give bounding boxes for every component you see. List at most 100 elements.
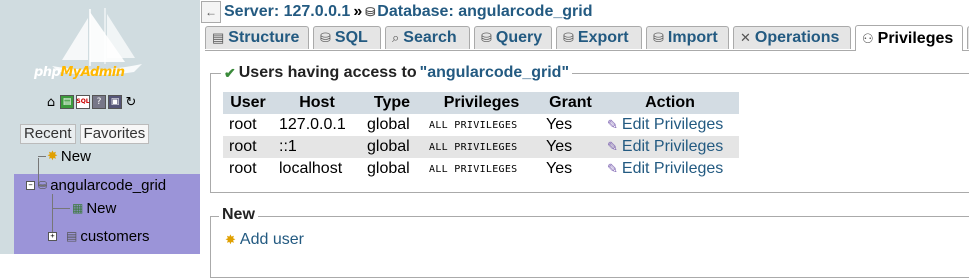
tab-bar: ▤ Structure ⛁ SQL ⌕ Search ⛁ Query ⛁ Exp… (205, 25, 969, 51)
table-icon: ▤ (66, 229, 78, 243)
tree-item-table[interactable]: + ▤ customers (48, 226, 150, 246)
users-table: User Host Type Privileges Grant Action r… (223, 92, 739, 180)
edit-pencil-icon: ✎ (607, 139, 618, 154)
cell-grant: Yes (540, 136, 601, 158)
table-row: root ::1 global ALL PRIVILEGES Yes ✎ Edi… (223, 136, 739, 158)
cell-user: root (223, 114, 273, 136)
edit-privileges-link[interactable]: ✎ Edit Privileges (607, 116, 739, 134)
logo-text: phpMyAdmin (34, 65, 125, 80)
tab-structure[interactable]: ▤ Structure (205, 26, 309, 49)
search-icon: ⌕ (392, 30, 400, 45)
new-table-icon: ▦ (72, 201, 84, 215)
add-user-link[interactable]: ✸ Add user (225, 231, 304, 249)
tab-operations-label: Operations (754, 29, 840, 46)
new-legend-label: New (222, 206, 255, 223)
tab-search[interactable]: ⌕ Search (385, 26, 470, 49)
cell-user: root (223, 158, 273, 180)
privileges-icon: ⚇ (862, 30, 874, 46)
column-header-action[interactable]: Action (601, 92, 739, 114)
export-icon: ⛁ (563, 30, 574, 45)
nav-tabs: Recent Favorites (20, 124, 150, 144)
edit-pencil-icon: ✎ (607, 117, 618, 132)
sql-query-icon[interactable]: ▤ (60, 95, 74, 109)
new-legend: New (219, 206, 258, 224)
home-icon[interactable]: ⌂ (44, 95, 58, 109)
cell-host: ::1 (273, 136, 361, 158)
column-header-type[interactable]: Type (361, 92, 423, 114)
users-legend-db: "angularcode_grid" (419, 64, 570, 81)
new-fieldset (210, 216, 969, 278)
users-legend: ✔ Users having access to "angularcode_gr… (221, 64, 573, 82)
collapse-icon[interactable]: − (26, 180, 35, 190)
tree-item-db-new[interactable]: ▦ New (72, 198, 116, 218)
cell-grant: Yes (540, 158, 601, 180)
tab-query[interactable]: ⛁ Query (474, 26, 552, 49)
structure-icon: ▤ (212, 30, 225, 45)
edit-privileges-link[interactable]: ✎ Edit Privileges (607, 160, 739, 178)
tab-query-label: Query (495, 29, 543, 46)
tree-item-new[interactable]: ✸ New (47, 146, 91, 166)
tab-sql[interactable]: ⛁ SQL (313, 26, 381, 49)
cell-privileges: ALL PRIVILEGES (423, 114, 540, 136)
cell-privileges: ALL PRIVILEGES (423, 158, 540, 180)
tab-import[interactable]: ⛁ Import (646, 26, 729, 49)
breadcrumb: ← Server: 127.0.0.1 » ⛁ Database: angula… (201, 0, 969, 24)
tree-item-database[interactable]: − ⛁ angularcode_grid (26, 175, 166, 195)
new-star-icon: ✸ (47, 148, 58, 163)
breadcrumb-database[interactable]: Database: angularcode_grid (377, 3, 592, 21)
recent-tab[interactable]: Recent (20, 124, 76, 144)
tab-export-label: Export (577, 29, 629, 46)
users-legend-prefix: Users having access to (238, 64, 417, 81)
favorites-tab[interactable]: Favorites (79, 124, 150, 144)
cell-action: ✎ Edit Privileges (601, 114, 739, 136)
column-header-host[interactable]: Host (273, 92, 361, 114)
tab-operations[interactable]: ✕ Operations (733, 26, 851, 49)
column-header-grant[interactable]: Grant (540, 92, 601, 114)
sql-icon[interactable]: SQL (76, 95, 90, 109)
tree-line (52, 208, 70, 209)
tree-new-label: New (60, 147, 91, 165)
database-tree: ✸ New − ⛁ angularcode_grid ▦ New + ▤ cus… (0, 146, 200, 254)
column-header-privileges[interactable]: Privileges (423, 92, 540, 114)
edit-privileges-label: Edit Privileges (621, 160, 724, 177)
breadcrumb-separator: » (353, 3, 363, 20)
cell-host: 127.0.0.1 (273, 114, 361, 136)
database-icon: ⛁ (38, 179, 48, 192)
import-icon: ⛁ (653, 30, 664, 45)
cell-type: global (361, 136, 423, 158)
database-icon: ⛁ (365, 5, 376, 19)
edit-privileges-link[interactable]: ✎ Edit Privileges (607, 138, 739, 156)
navigation-panel: phpMyAdmin ⌂ ▤ SQL ? ▣ ↻ Recent Favorite… (0, 0, 200, 254)
add-user-icon: ✸ (225, 232, 236, 247)
tree-line (38, 156, 46, 157)
docs-icon[interactable]: ? (92, 95, 106, 109)
cell-host: localhost (273, 158, 361, 180)
back-arrow-icon[interactable]: ← (201, 1, 221, 23)
cell-action: ✎ Edit Privileges (601, 136, 739, 158)
cell-grant: Yes (540, 114, 601, 136)
reload-icon[interactable]: ↻ (124, 95, 138, 109)
sql-icon: ⛁ (320, 30, 331, 45)
edit-privileges-label: Edit Privileges (621, 116, 724, 133)
cell-type: global (361, 114, 423, 136)
tree-database-label: angularcode_grid (50, 176, 167, 194)
tab-search-label: Search (403, 29, 457, 46)
main-content: ← Server: 127.0.0.1 » ⛁ Database: angula… (201, 0, 969, 278)
users-check-icon: ✔ (224, 64, 236, 81)
wrench-icon: ✕ (740, 30, 751, 45)
edit-pencil-icon: ✎ (607, 161, 618, 176)
expand-icon[interactable]: + (48, 231, 57, 241)
tab-structure-label: Structure (228, 29, 300, 46)
cell-action: ✎ Edit Privileges (601, 158, 739, 180)
quick-icons: ⌂ ▤ SQL ? ▣ ↻ (44, 95, 138, 109)
docs-alt-icon[interactable]: ▣ (108, 95, 122, 109)
query-icon: ⛁ (481, 30, 492, 45)
cell-user: root (223, 136, 273, 158)
tab-export[interactable]: ⛁ Export (556, 26, 642, 49)
column-header-user[interactable]: User (223, 92, 273, 114)
breadcrumb-server[interactable]: Server: 127.0.0.1 (224, 3, 350, 21)
table-row: root localhost global ALL PRIVILEGES Yes… (223, 158, 739, 180)
tree-table-label: customers (80, 227, 150, 245)
table-row: root 127.0.0.1 global ALL PRIVILEGES Yes… (223, 114, 739, 136)
tab-privileges[interactable]: ⚇ Privileges (855, 25, 963, 51)
